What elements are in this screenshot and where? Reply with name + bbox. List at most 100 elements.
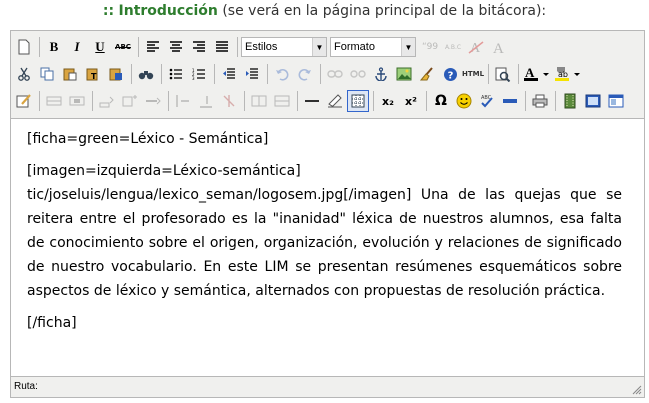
copy-button[interactable] <box>36 63 58 85</box>
print-button[interactable] <box>529 90 551 112</box>
indent-icon <box>246 68 258 79</box>
remove-format-icon: A <box>468 41 484 55</box>
unlink-icon <box>350 70 366 78</box>
element-path-label: Ruta: <box>14 381 38 392</box>
align-center-button[interactable] <box>165 36 187 58</box>
svg-text:A: A <box>493 41 504 55</box>
highlight-color-icon: ab <box>555 67 580 81</box>
toolbar-separator <box>518 64 519 84</box>
italic-button[interactable]: I <box>66 36 88 58</box>
visual-aid-button[interactable] <box>347 90 369 112</box>
image-button[interactable] <box>393 63 415 85</box>
numbered-list-button[interactable]: 123 <box>188 63 210 85</box>
strikethrough-button[interactable]: ABC <box>112 36 134 58</box>
new-document-button[interactable] <box>13 36 35 58</box>
image-icon <box>396 67 412 81</box>
layer-move-icon <box>69 96 85 106</box>
remove-format-button[interactable]: A <box>465 36 487 58</box>
styles-select[interactable]: Estilos ▼ <box>241 37 327 57</box>
paste-button[interactable] <box>59 63 81 85</box>
align-left-button[interactable] <box>142 36 164 58</box>
font-size-icon: A <box>493 41 504 55</box>
toolbar-separator <box>39 37 40 57</box>
delete-col-icon <box>223 95 235 107</box>
paste-text-button[interactable]: T <box>82 63 104 85</box>
toolbar-separator <box>39 91 40 111</box>
insert-row-button[interactable] <box>142 90 164 112</box>
toolbar-separator <box>426 91 427 111</box>
heading-separator: :: <box>102 3 115 19</box>
chevron-down-icon: ▼ <box>312 38 326 56</box>
font-size-button[interactable]: A <box>488 36 510 58</box>
anchor-button[interactable] <box>370 63 392 85</box>
toolbar-separator <box>297 91 298 111</box>
emotions-button[interactable] <box>453 90 475 112</box>
bold-button[interactable]: B <box>43 36 65 58</box>
redo-button[interactable] <box>294 63 316 85</box>
toolbar-separator <box>131 64 132 84</box>
split-cells-icon <box>251 95 267 107</box>
resize-handle-icon[interactable] <box>631 384 642 395</box>
align-justify-button[interactable] <box>211 36 233 58</box>
merge-cells-button[interactable] <box>271 90 293 112</box>
backcolor-button[interactable]: ab <box>553 63 583 85</box>
template-button[interactable] <box>605 90 627 112</box>
insert-row-icon <box>146 97 161 105</box>
editor-content-area[interactable]: [ficha=green=Léxico - Semántica] [imagen… <box>11 119 644 376</box>
superscript-button[interactable]: x² <box>400 90 422 112</box>
media-button[interactable] <box>559 90 581 112</box>
table-row-props-button[interactable] <box>96 90 118 112</box>
visual-aid-icon <box>351 94 365 108</box>
abbreviation-button[interactable]: A.B.C <box>442 36 464 58</box>
nonbreaking-space-button[interactable] <box>499 90 521 112</box>
table-cell-props-button[interactable] <box>119 90 141 112</box>
delete-col-button[interactable] <box>218 90 240 112</box>
toolbar-separator <box>237 37 238 57</box>
bullet-list-button[interactable] <box>165 63 187 85</box>
help-button[interactable]: ? <box>439 63 461 85</box>
undo-button[interactable] <box>271 63 293 85</box>
link-icon <box>327 70 343 78</box>
horizontal-rule-icon <box>305 100 319 102</box>
scissors-icon <box>18 67 30 81</box>
cleanup-button[interactable] <box>416 63 438 85</box>
cut-button[interactable] <box>13 63 35 85</box>
outdent-icon <box>223 68 235 79</box>
outdent-button[interactable] <box>218 63 240 85</box>
html-source-button[interactable]: HTML <box>462 63 484 85</box>
link-button[interactable] <box>324 63 346 85</box>
preview-icon <box>495 67 511 82</box>
smiley-icon <box>456 93 472 109</box>
abbreviation-label: A.B.C <box>444 43 462 51</box>
move-layer-button[interactable] <box>66 90 88 112</box>
align-right-button[interactable] <box>188 36 210 58</box>
preview-button[interactable] <box>492 63 514 85</box>
remove-format-eraser-button[interactable] <box>324 90 346 112</box>
align-left-icon <box>147 41 159 52</box>
quote-button[interactable]: “99 <box>419 36 441 58</box>
split-cells-button[interactable] <box>248 90 270 112</box>
redo-icon <box>298 69 311 81</box>
forecolor-button[interactable]: A <box>522 63 552 85</box>
paste-word-button[interactable] <box>105 63 127 85</box>
indent-button[interactable] <box>241 63 263 85</box>
format-select[interactable]: Formato ▼ <box>330 37 416 57</box>
unlink-button[interactable] <box>347 63 369 85</box>
special-char-button[interactable]: Ω <box>430 90 452 112</box>
underline-label: U <box>95 39 105 54</box>
subscript-button[interactable]: x₂ <box>377 90 399 112</box>
content-paragraph: [/ficha] <box>27 315 77 331</box>
find-button[interactable] <box>135 63 157 85</box>
spellcheck-button[interactable]: ABC <box>476 90 498 112</box>
align-right-icon <box>193 41 205 52</box>
insert-layer-button[interactable] <box>43 90 65 112</box>
field-heading: :: Introducción (se verá en la página pr… <box>0 0 649 26</box>
insert-col-after-button[interactable] <box>195 90 217 112</box>
toolbar-separator <box>555 91 556 111</box>
underline-button[interactable]: U <box>89 36 111 58</box>
horizontal-rule-button[interactable] <box>301 90 323 112</box>
insert-col-icon <box>176 95 189 107</box>
fullscreen-button[interactable] <box>582 90 604 112</box>
insert-col-before-button[interactable] <box>172 90 194 112</box>
edit-css-button[interactable] <box>13 90 35 112</box>
